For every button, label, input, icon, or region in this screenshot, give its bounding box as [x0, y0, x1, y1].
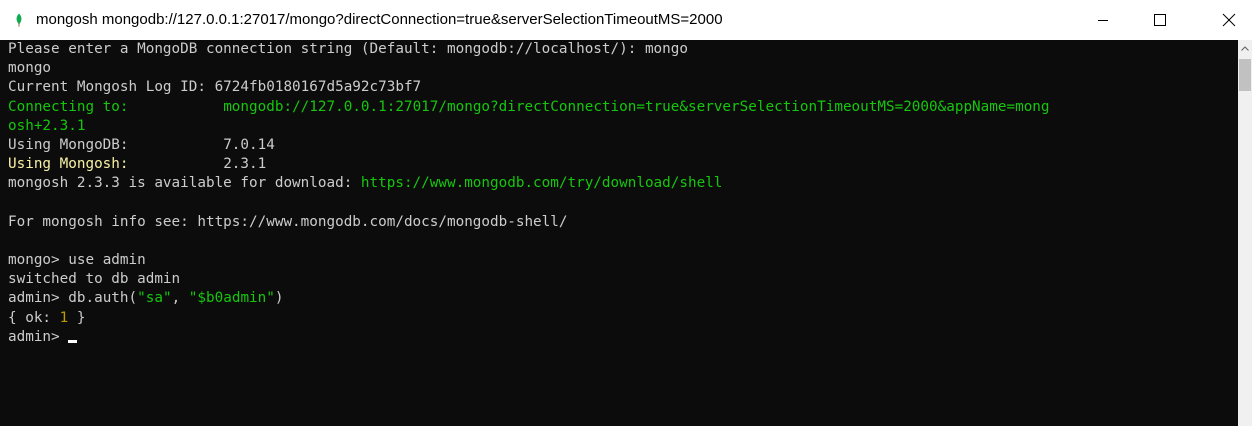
auth-call-suffix: ): [274, 290, 284, 307]
connecting-uri-continued: osh+2.3.1: [8, 117, 86, 134]
update-notice-line: mongosh 2.3.3 is available for download:…: [8, 174, 1238, 193]
minimize-button[interactable]: [1080, 0, 1126, 40]
connecting-uri: mongodb://127.0.0.1:27017/mongo?directCo…: [223, 98, 1050, 115]
auth-separator: ,: [171, 290, 189, 307]
switched-db-output: switched to db admin: [8, 271, 181, 288]
command-text: use admin: [68, 252, 146, 269]
maximize-button[interactable]: [1137, 0, 1183, 40]
use-admin-command: mongo> use admin: [8, 251, 1238, 270]
result-suffix: }: [68, 309, 86, 326]
auth-result: { ok: 1 }: [8, 309, 1238, 328]
log-id-line: Current Mongosh Log ID: 6724fb0180167d5a…: [8, 79, 422, 96]
mongosh-version-line: Using Mongosh: 2.3.1: [8, 155, 1238, 174]
auth-username: "sa": [137, 290, 172, 307]
result-prefix: { ok:: [8, 309, 60, 326]
terminal-output[interactable]: Please enter a MongoDB connection string…: [0, 40, 1238, 426]
window-title: mongosh mongodb://127.0.0.1:27017/mongo?…: [36, 11, 723, 28]
auth-password: "$b0admin": [188, 290, 275, 307]
vertical-scrollbar[interactable]: [1238, 40, 1252, 426]
mongosh-version-label: Using Mongosh:: [8, 156, 129, 173]
info-line: For mongosh info see: https://www.mongod…: [8, 213, 568, 230]
connecting-padding: [129, 99, 224, 115]
text-cursor: [68, 339, 78, 343]
leaf-icon: [16, 13, 22, 27]
result-ok-value: 1: [59, 309, 69, 326]
mongosh-version-padding: [129, 156, 224, 172]
mongodb-version-padding: [129, 137, 224, 153]
mongosh-version-value: 2.3.1: [223, 156, 267, 173]
connecting-line: Connecting to: mongodb://127.0.0.1:27017…: [8, 98, 1238, 117]
download-link[interactable]: https://www.mongodb.com/try/download/she…: [361, 175, 723, 191]
active-prompt-line[interactable]: admin>: [8, 328, 1238, 347]
chevron-up-icon: [1241, 46, 1249, 51]
terminal-window: mongosh mongodb://127.0.0.1:27017/mongo?…: [0, 0, 1252, 426]
connecting-uri-wrap: osh+2.3.1: [8, 117, 1238, 136]
connection-prompt-line: Please enter a MongoDB connection string…: [8, 41, 688, 57]
connecting-label: Connecting to:: [8, 98, 129, 115]
connection-input-echo: mongo: [8, 60, 52, 77]
close-button[interactable]: [1206, 0, 1252, 40]
scrollbar-thumb[interactable]: [1239, 59, 1251, 91]
mongo-prompt: mongo>: [8, 252, 69, 269]
mongodb-version-value: 7.0.14: [223, 136, 275, 153]
scroll-up-button[interactable]: [1238, 40, 1252, 57]
close-icon: [1222, 13, 1236, 27]
admin-prompt: admin>: [8, 328, 69, 345]
update-notice-text: mongosh 2.3.3 is available for download:: [8, 175, 361, 192]
title-bar[interactable]: mongosh mongodb://127.0.0.1:27017/mongo?…: [0, 0, 1252, 40]
admin-prompt: admin>: [8, 290, 69, 307]
mongodb-version-label: Using MongoDB:: [8, 136, 129, 153]
auth-command: admin> db.auth("sa", "$b0admin"): [8, 289, 1238, 308]
minimize-icon: [1098, 20, 1108, 21]
auth-call-prefix: db.auth(: [68, 290, 138, 307]
maximize-icon: [1154, 14, 1166, 26]
mongodb-version-line: Using MongoDB: 7.0.14: [8, 136, 1238, 155]
